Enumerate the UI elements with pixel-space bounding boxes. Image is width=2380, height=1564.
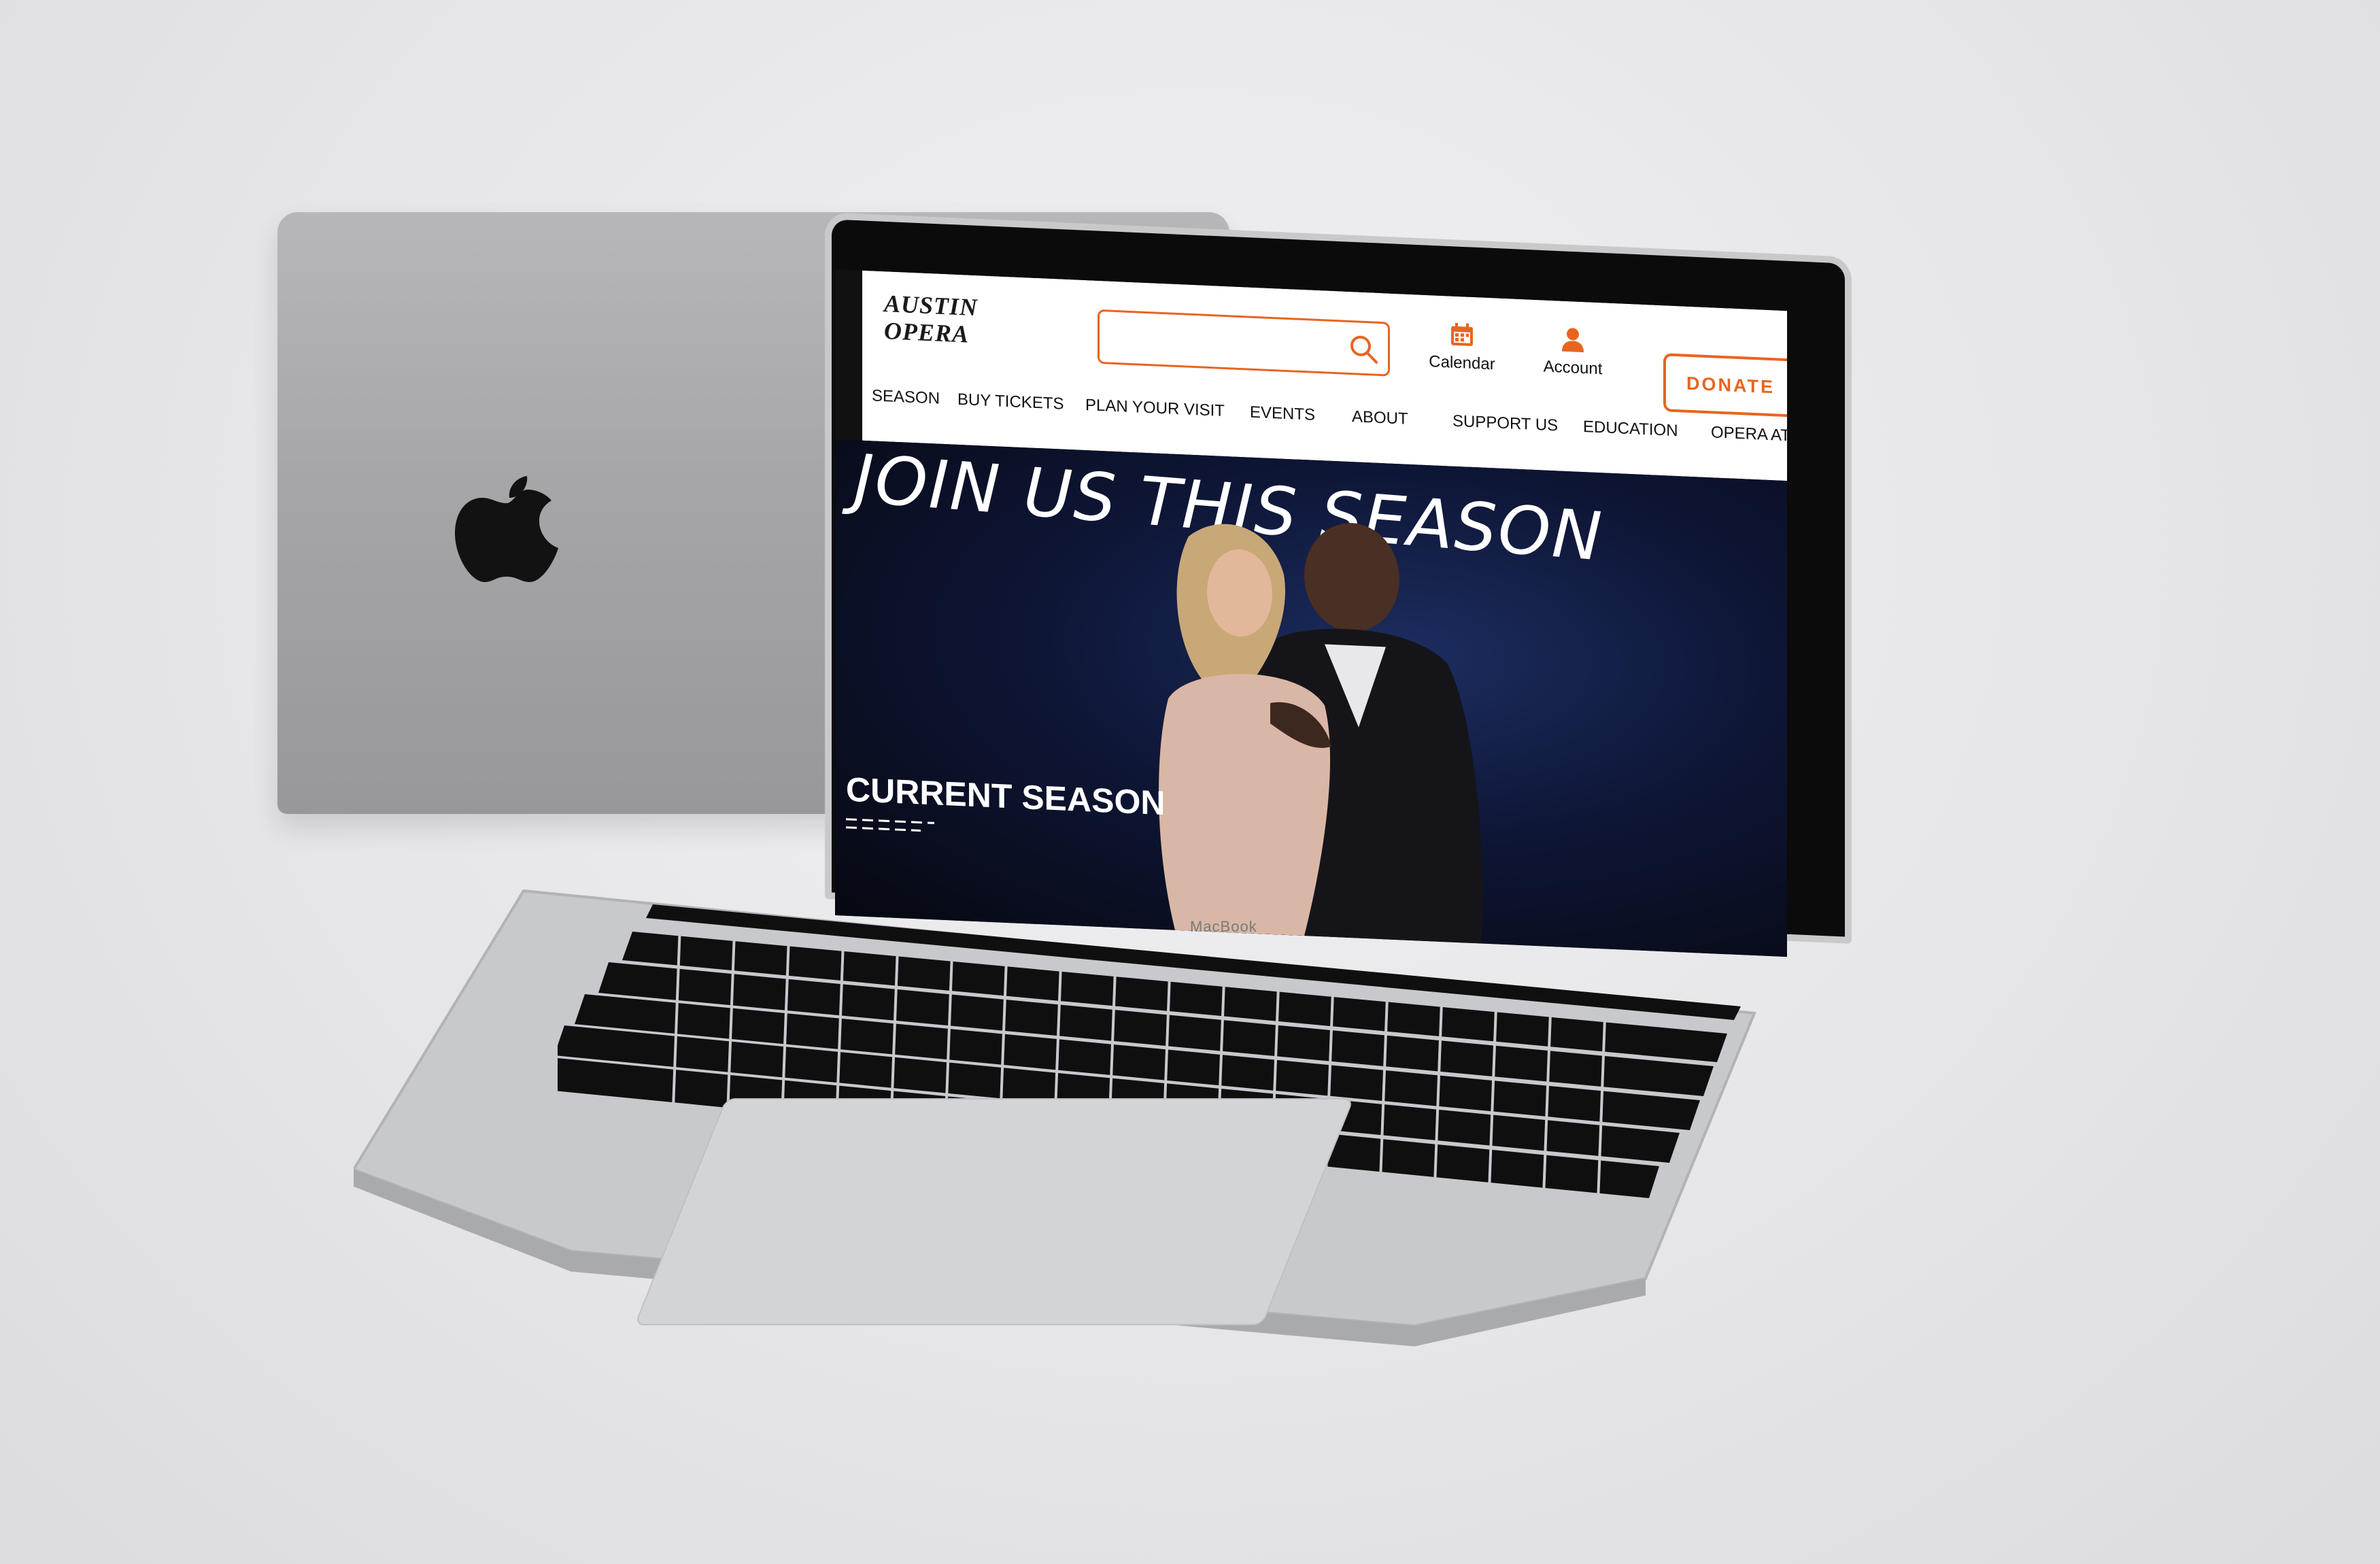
hero-banner[interactable]: JOIN US THIS SEASON CURRENT SEASON (835, 439, 1787, 957)
account-link[interactable]: Account (1532, 324, 1614, 379)
donate-button[interactable]: DONATE (1663, 353, 1787, 418)
nav-item-opera-atx[interactable]: OPERA ATX (1711, 423, 1787, 446)
nav-item-about[interactable]: ABOUT (1352, 407, 1408, 429)
website-screen: AUSTIN OPERA Calendar Account DONATE SEA… (835, 269, 1787, 957)
calendar-link[interactable]: Calendar (1421, 320, 1503, 375)
nav-item-education[interactable]: EDUCATION (1583, 418, 1678, 441)
logo-line2: OPERA (884, 317, 970, 348)
search-input[interactable] (1098, 309, 1390, 377)
nav-item-support-us[interactable]: SUPPORT US (1452, 412, 1558, 436)
search-icon[interactable] (1347, 332, 1380, 366)
decorative-dashes (846, 818, 934, 832)
nav-item-events[interactable]: EVENTS (1250, 403, 1315, 425)
account-icon (1562, 328, 1584, 353)
trackpad (634, 1098, 1355, 1325)
calendar-icon (1451, 322, 1473, 346)
hero-photo-singers (1159, 523, 1483, 944)
nav-item-plan-your-visit[interactable]: PLAN YOUR VISIT (1085, 396, 1225, 421)
apple-logo (455, 476, 558, 582)
calendar-label: Calendar (1429, 352, 1495, 374)
account-label: Account (1543, 357, 1603, 379)
nav-item-season[interactable]: SEASON (872, 386, 940, 408)
austin-opera-logo[interactable]: AUSTIN OPERA (872, 276, 978, 356)
nav-item-buy-tickets[interactable]: BUY TICKETS (957, 390, 1064, 414)
